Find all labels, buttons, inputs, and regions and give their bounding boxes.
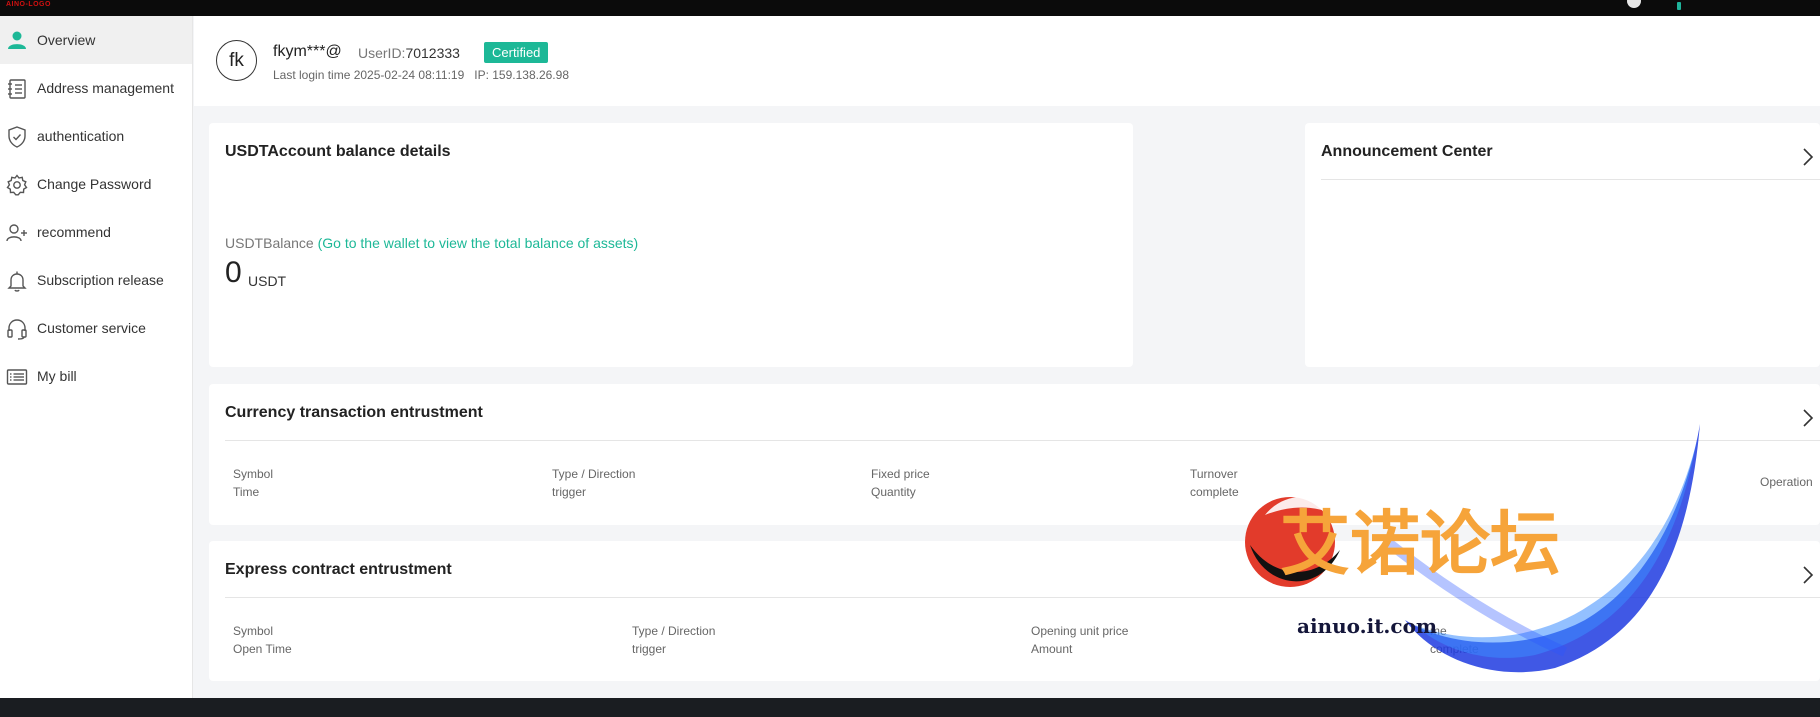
divider [225, 597, 1820, 598]
column-header-turnover: Turnover complete [1190, 465, 1239, 501]
user-id: UserID:7012333 [358, 45, 460, 61]
balance-unit: USDT [248, 273, 287, 289]
username: fkym***@ [273, 43, 342, 60]
chevron-right-icon[interactable] [1802, 409, 1814, 427]
balance-value: 0 [225, 256, 242, 289]
user-plus-icon [5, 221, 29, 245]
column-header-line: Amount [1031, 642, 1073, 656]
column-header-line: Quantity [871, 485, 916, 499]
contract-entrustment-card: Express contract entrustment Symbol Open… [209, 541, 1820, 681]
column-header-line: Symbol [233, 624, 274, 638]
sidebar-item-customer-service[interactable]: Customer service [0, 304, 192, 352]
last-login-info: Last login time 2025-02-24 08:11:19 IP: … [273, 68, 569, 82]
column-header-line: trigger [552, 485, 587, 499]
column-header-price: Fixed price Quantity [871, 465, 930, 501]
chevron-right-icon[interactable] [1802, 566, 1814, 584]
shield-check-icon [5, 125, 29, 149]
avatar-icon[interactable] [1627, 0, 1641, 8]
contract-card-title: Express contract entrustment [225, 561, 452, 578]
column-header-line: Opening unit price [1031, 624, 1129, 638]
balance-card-title: USDTAccount balance details [225, 143, 451, 160]
sidebar-item-my-bill[interactable]: My bill [0, 352, 192, 400]
announcement-title: Announcement Center [1321, 143, 1493, 160]
column-header-price: Opening unit price Amount [1031, 622, 1128, 658]
column-header-line: complete [1190, 485, 1239, 499]
sidebar-item-label: My bill [37, 368, 77, 384]
balance-card: USDTAccount balance details USDTBalance … [209, 123, 1133, 367]
sidebar-item-recommend[interactable]: recommend [0, 208, 192, 256]
announcement-card: Announcement Center [1305, 123, 1820, 367]
sidebar-item-label: Overview [37, 32, 96, 48]
profile-header: fk fkym***@ UserID:7012333 Certified Las… [194, 16, 1820, 106]
sidebar-item-label: Customer service [37, 320, 146, 336]
sidebar-item-label: Subscription release [37, 272, 164, 288]
avatar[interactable]: fk [216, 40, 257, 81]
divider [1321, 179, 1820, 180]
divider [225, 440, 1820, 441]
sidebar: Overview Address management authenticati… [0, 16, 193, 698]
bottom-bar [0, 698, 1820, 717]
sidebar-item-label: Change Password [37, 176, 152, 192]
sidebar-item-subscription-release[interactable]: Subscription release [0, 256, 192, 304]
column-header-symbol: Symbol Time [233, 465, 273, 501]
status-indicator-icon [1677, 2, 1681, 10]
balance-label-text: USDTBalance [225, 235, 314, 251]
sidebar-item-overview[interactable]: Overview [0, 16, 192, 64]
sidebar-item-label: Address management [37, 80, 174, 96]
user-id-label: UserID: [358, 45, 406, 61]
column-header-line: trigger [632, 642, 667, 656]
user-icon [5, 29, 29, 53]
column-header-line: complete [1430, 642, 1479, 656]
user-id-value: 7012333 [405, 45, 460, 61]
currency-card-title: Currency transaction entrustment [225, 404, 483, 421]
main-content: fk fkym***@ UserID:7012333 Certified Las… [194, 16, 1820, 698]
bell-icon [5, 269, 29, 293]
column-header-type: Type / Direction trigger [632, 622, 715, 658]
currency-entrustment-card: Currency transaction entrustment Symbol … [209, 384, 1820, 525]
column-header-line: Type / Direction [552, 467, 636, 481]
column-header-time: me complete [1430, 622, 1479, 658]
column-header-line: Symbol [233, 467, 274, 481]
sidebar-item-authentication[interactable]: authentication [0, 112, 192, 160]
column-header-line: Open Time [233, 642, 292, 656]
balance-label: USDTBalance (Go to the wallet to view th… [225, 235, 638, 251]
column-header-line: Type / Direction [632, 624, 716, 638]
column-header-line: Fixed price [871, 467, 930, 481]
column-header-line: Time [233, 485, 260, 499]
chevron-right-icon[interactable] [1802, 148, 1814, 166]
sidebar-item-address-management[interactable]: Address management [0, 64, 192, 112]
column-header-symbol: Symbol Open Time [233, 622, 292, 658]
status-badge: Certified [484, 42, 549, 63]
headset-icon [5, 317, 29, 341]
column-header-line: me [1430, 624, 1447, 638]
column-header-operation: Operation [1760, 475, 1813, 489]
column-header-line: Turnover [1190, 467, 1238, 481]
address-book-icon [5, 77, 29, 101]
gear-icon [5, 173, 29, 197]
logo[interactable]: AINO-LOGO [6, 1, 51, 8]
sidebar-item-label: recommend [37, 224, 111, 240]
wallet-link[interactable]: (Go to the wallet to view the total bala… [318, 235, 639, 251]
sidebar-item-change-password[interactable]: Change Password [0, 160, 192, 208]
column-header-type: Type / Direction trigger [552, 465, 635, 501]
list-icon [5, 365, 29, 389]
top-bar: AINO-LOGO [0, 0, 1820, 16]
sidebar-item-label: authentication [37, 128, 125, 144]
